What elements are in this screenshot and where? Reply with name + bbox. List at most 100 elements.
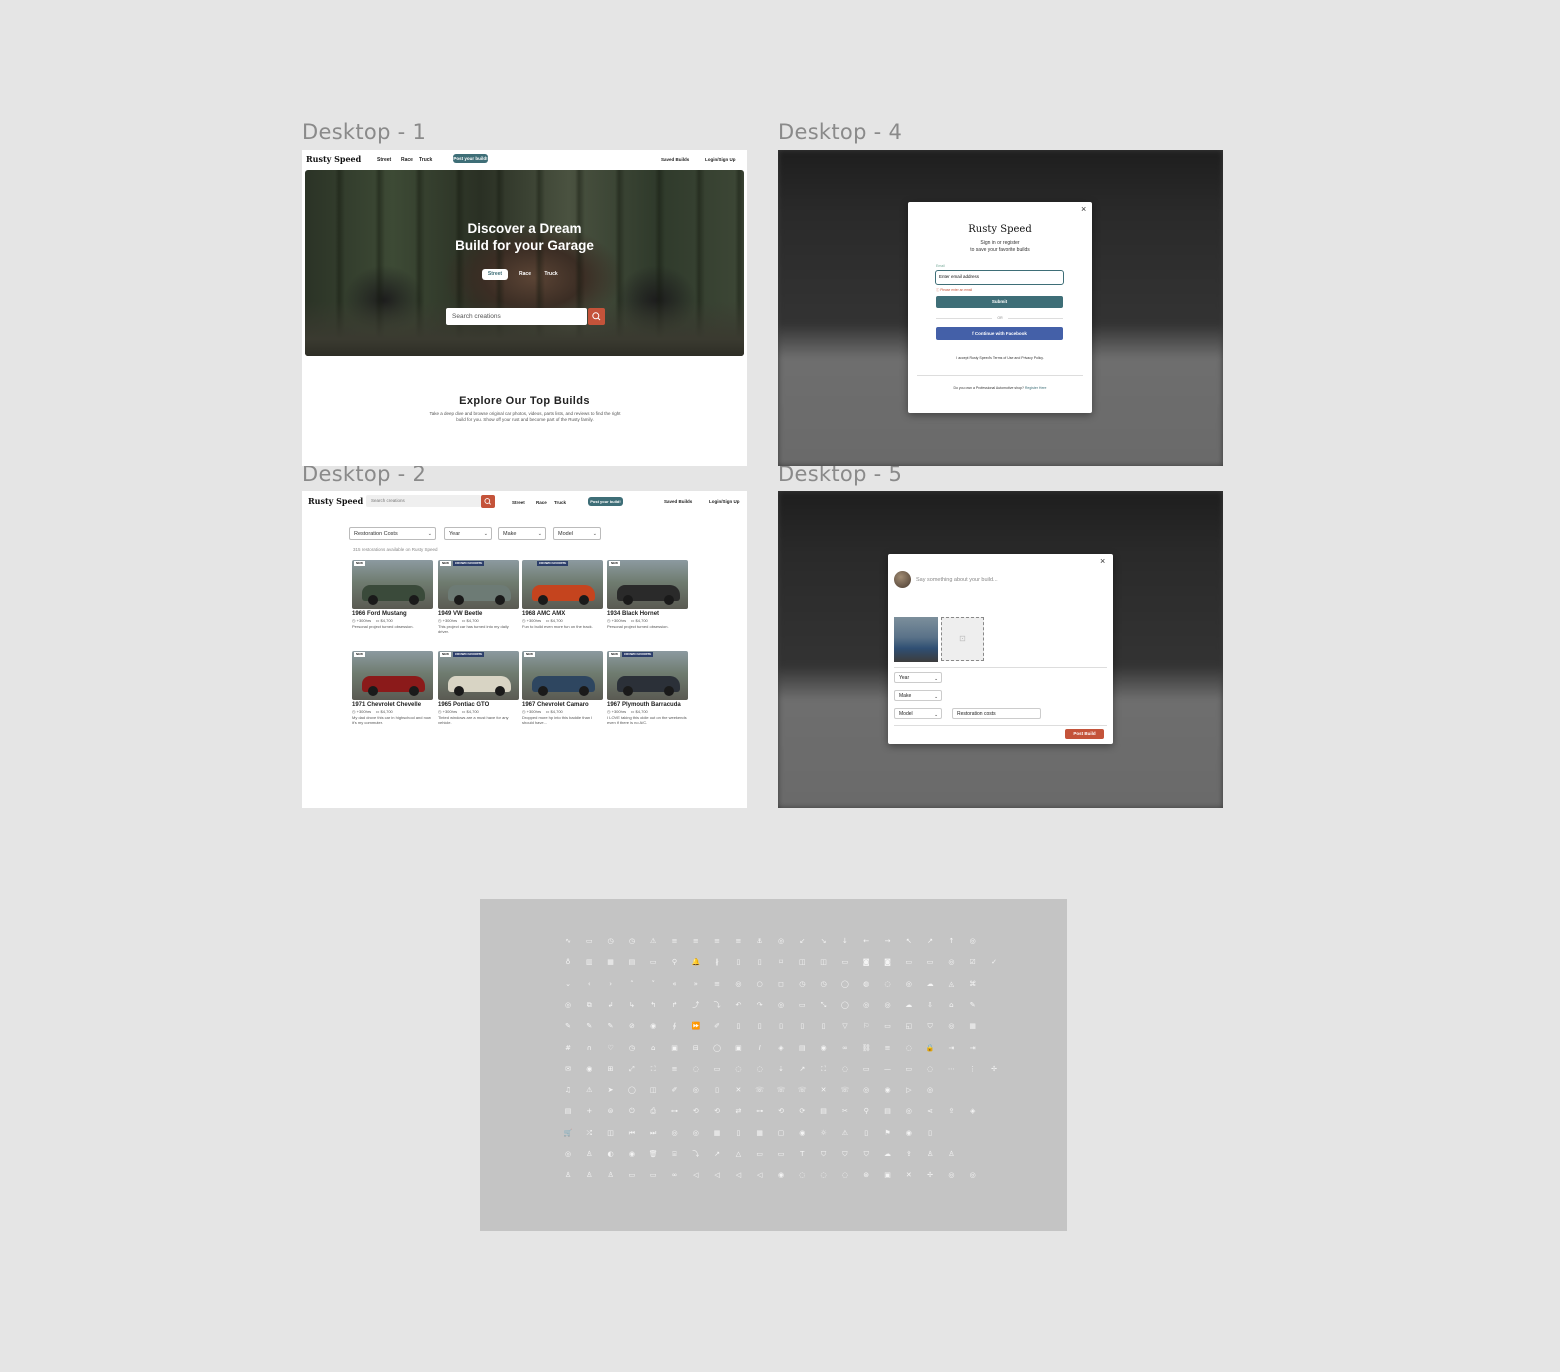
wallet-icon: ▭ xyxy=(371,618,381,623)
build-meta: ◷ +300hrs ▭ $4,700 xyxy=(438,709,519,714)
library-icon: ✢ xyxy=(927,1171,934,1180)
crowd-favorite-badge: CROWD FAVORITE xyxy=(453,561,485,566)
build-card[interactable]: NEW 1966 Ford Mustang ◷ +300hrs ▭ $4,700 Pe… xyxy=(352,560,433,629)
library-icon: ▭ xyxy=(926,958,934,967)
nav-race[interactable]: Race xyxy=(401,157,413,163)
library-icon: ⤵ xyxy=(692,1150,700,1158)
build-card[interactable]: CROWD FAVORITE 1968 AMC AMX ◷ +300hrs ▭ $4… xyxy=(522,560,603,629)
hero-title-line2: Build for your Garage xyxy=(455,238,594,253)
library-icon: ▯ xyxy=(821,1022,826,1031)
register-link[interactable]: Register Here xyxy=(1025,386,1047,390)
header-search-input[interactable]: Search creations xyxy=(366,495,481,507)
crowd-favorite-badge: CROWD FAVORITE xyxy=(453,652,485,657)
facebook-button[interactable]: f Continue with Facebook xyxy=(936,327,1063,340)
library-icon: ▢ xyxy=(777,1128,785,1137)
login-link[interactable]: Login/Sign Up xyxy=(705,157,736,162)
library-icon: ▤ xyxy=(628,958,636,967)
build-card[interactable]: NEW CROWD FAVORITE 1965 Pontiac GTO ◷ +300h… xyxy=(438,651,519,725)
library-icon: ⌄ xyxy=(565,979,571,988)
nav-race[interactable]: Race xyxy=(536,500,547,505)
modal-divider xyxy=(894,667,1107,668)
library-icon: ⚠ xyxy=(650,937,657,945)
add-photo-icon[interactable]: ⊡ xyxy=(941,617,984,661)
select-label: Year xyxy=(899,675,910,681)
library-icon: ↙ xyxy=(799,937,806,945)
header-search-button[interactable] xyxy=(481,495,495,508)
library-icon: ⏮ xyxy=(628,1128,636,1137)
library-icon: ♫ xyxy=(564,1086,572,1095)
segment-race[interactable]: Race xyxy=(512,269,538,280)
facebook-label: Continue with Facebook xyxy=(974,331,1027,336)
library-icon: 𝐼 xyxy=(758,1043,761,1052)
select-model[interactable]: Model ⌄ xyxy=(894,708,942,719)
library-icon: △ xyxy=(735,1150,742,1158)
post-build-button[interactable]: Post your build! xyxy=(588,497,623,506)
post-build-submit[interactable]: Post Build xyxy=(1065,729,1104,739)
build-card[interactable]: NEW 1971 Chevrolet Chevelle ◷ +300hrs ▭ $4… xyxy=(352,651,433,725)
library-icon: ☏ xyxy=(797,1086,807,1095)
library-icon: ⤴ xyxy=(692,1000,700,1009)
hero-search-input[interactable]: Search creations xyxy=(446,308,587,325)
library-icon: ← xyxy=(863,937,870,945)
library-icon: ⏩ xyxy=(691,1022,701,1031)
close-icon[interactable]: × xyxy=(1100,557,1105,566)
filter-make[interactable]: Make ⌄ xyxy=(498,527,546,540)
build-title: 1967 Plymouth Barracuda xyxy=(607,702,681,708)
library-icon: ▭ xyxy=(756,1150,763,1158)
library-icon: ◫ xyxy=(820,958,827,967)
brand-logo[interactable]: Rusty Speed xyxy=(306,154,361,164)
library-icon: ⛶ xyxy=(650,1064,656,1073)
library-icon: ✎ xyxy=(565,1022,571,1031)
library-icon: ≡ xyxy=(714,979,721,988)
segment-truck[interactable]: Truck xyxy=(538,269,564,280)
saved-builds-link[interactable]: Saved Builds xyxy=(661,157,689,162)
car-wheel xyxy=(495,595,505,605)
nav-street[interactable]: Street xyxy=(512,500,525,505)
library-icon: ☏ xyxy=(776,1086,786,1095)
nav-truck[interactable]: Truck xyxy=(419,157,432,163)
build-card[interactable]: NEW 1934 Black Hornet ◷ +300hrs ▭ $4,700 Pe… xyxy=(607,560,688,629)
library-icon: ◎ xyxy=(863,1000,870,1009)
submit-button[interactable]: Submit xyxy=(936,296,1063,308)
hero-search-button[interactable] xyxy=(588,308,605,325)
saved-builds-link[interactable]: Saved Builds xyxy=(664,499,692,504)
frame-label-desktop-4: Desktop - 4 xyxy=(778,120,903,144)
library-icon: ⛓ xyxy=(861,1043,871,1052)
or-label: OR xyxy=(992,315,1008,320)
filter-year[interactable]: Year ⌄ xyxy=(444,527,492,540)
library-icon: ▭ xyxy=(905,958,913,967)
select-year[interactable]: Year ⌄ xyxy=(894,672,942,683)
close-icon[interactable]: × xyxy=(1081,205,1086,214)
email-label: Email xyxy=(936,264,945,268)
build-card[interactable]: NEW CROWD FAVORITE 1967 Plymouth Barracuda… xyxy=(607,651,688,725)
email-error: ⓘ Please enter an email xyxy=(936,287,972,292)
select-make[interactable]: Make ⌄ xyxy=(894,690,942,701)
build-card[interactable]: NEW 1967 Chevrolet Camaro ◷ +300hrs ▭ $4,7… xyxy=(522,651,603,725)
library-icon: ⚐ xyxy=(863,1022,870,1031)
post-build-button[interactable]: Post your build! xyxy=(453,154,488,163)
explore-title: Explore Our Top Builds xyxy=(459,395,590,407)
library-icon: ◎ xyxy=(564,1150,572,1158)
post-text-input[interactable]: Say something about your build... xyxy=(916,577,998,583)
desktop-2-listing: Rusty Speed Search creations Street Race… xyxy=(302,491,747,808)
filter-model[interactable]: Model ⌄ xyxy=(553,527,601,540)
nav-street[interactable]: Street xyxy=(377,157,391,163)
library-icon: ◫ xyxy=(607,1128,614,1137)
wallet-icon: ▭ xyxy=(626,618,636,623)
new-badge: NEW xyxy=(440,561,451,566)
uploaded-photo[interactable] xyxy=(894,617,938,662)
build-card[interactable]: NEW CROWD FAVORITE 1949 VW Beetle ◷ +300hrs… xyxy=(438,560,519,634)
segment-street[interactable]: Street xyxy=(482,269,508,280)
modal-title: Rusty Speed xyxy=(968,224,1032,235)
library-icon: ▭ xyxy=(628,1171,636,1180)
library-icon: ⚠ xyxy=(586,1086,593,1095)
login-link[interactable]: Login/Sign Up xyxy=(709,499,740,504)
restoration-costs-field[interactable]: Restoration costs xyxy=(952,708,1041,719)
library-icon: ⏭ xyxy=(650,1128,657,1137)
brand-logo[interactable]: Rusty Speed xyxy=(308,496,363,506)
build-description: I LOVE taking this oldie out on the week… xyxy=(607,715,687,725)
email-field[interactable]: Enter email address xyxy=(935,270,1064,285)
filter-restoration-costs[interactable]: Restoration Costs ⌄ xyxy=(349,527,436,540)
nav-truck[interactable]: Truck xyxy=(554,500,566,505)
car-wheel xyxy=(664,595,674,605)
